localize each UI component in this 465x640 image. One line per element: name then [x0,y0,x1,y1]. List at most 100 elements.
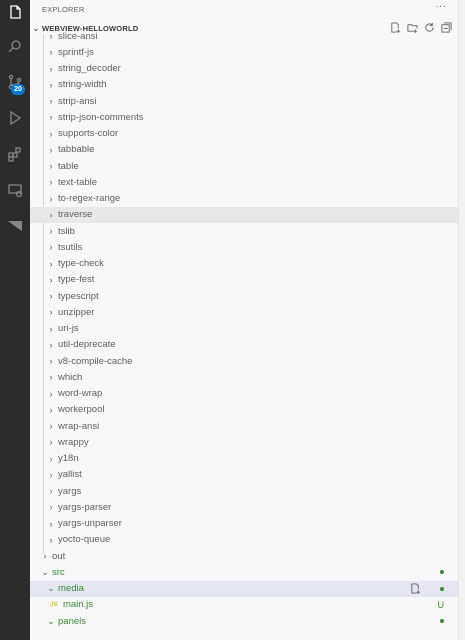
tree-folder-package[interactable]: › text-table [30,174,458,190]
tree-folder-media[interactable]: ⌄ media [30,580,458,597]
folder-label: string-width [58,79,107,91]
git-status-dot [440,619,444,623]
tree-folder-package[interactable]: › yargs-parser [30,499,458,515]
tree-folder-package[interactable]: › yocto-queue [30,532,458,548]
folder-label: traverse [58,209,93,221]
explorer-header: EXPLORER ··· [30,0,458,18]
tree-folder-package[interactable]: › wrappy [30,434,458,450]
tree-folder-package[interactable]: › uri-js [30,321,458,337]
folder-label: strip-ansi [58,95,97,107]
chevron-right-icon: › [49,356,53,367]
folder-label: type-fest [58,274,95,286]
chevron-right-icon: › [49,144,53,155]
tree-folder-src[interactable]: ⌄ src [30,564,458,580]
folder-label: workerpool [58,404,105,416]
git-status-dot [440,586,444,591]
tree-folder-package[interactable]: › table [30,158,458,174]
tree-file-main-js[interactable]: JS main.js U [30,597,458,613]
folder-label: yargs [58,485,82,497]
chevron-right-icon: › [49,209,53,220]
tree-folder-package[interactable]: › type-fest [30,272,458,288]
folder-label: tabbable [58,144,95,156]
folder-label: to-regex-range [58,193,121,205]
folder-label: wrap-ansi [58,420,100,432]
remote-tab-icon[interactable] [5,216,25,236]
folder-label: which [58,371,83,383]
chevron-right-icon: › [49,372,53,383]
tree-folder-package[interactable]: › string-width [30,77,458,93]
source-control-badge: 20 [11,84,25,95]
tree-folder-package[interactable]: › traverse [30,206,458,223]
chevron-right-icon: › [49,242,53,253]
file-tree: › slice-ansi › sprintf-js › string_decoder › st… [30,31,458,629]
folder-label: string_decoder [58,63,121,75]
tree-folder-package[interactable]: › util-deprecate [30,337,458,353]
folder-label: media [58,583,84,595]
chevron-right-icon: › [49,47,53,58]
extensions-icon[interactable] [5,144,25,164]
tree-folder-package[interactable]: › unzipper [30,304,458,320]
folder-label: yocto-queue [58,534,111,546]
chevron-right-icon: › [49,502,53,513]
remote-explorer-icon[interactable] [5,180,25,200]
tree-folder-package[interactable]: › to-regex-range [30,191,458,207]
chevron-right-icon: › [49,323,53,334]
tree-folder-package[interactable]: › wrap-ansi [30,418,458,434]
tree-folder-package[interactable]: › v8-compile-cache [30,353,458,369]
tree-folder-package[interactable]: › supports-color [30,126,458,142]
chevron-right-icon: › [49,31,53,42]
chevron-right-icon: › [49,291,53,302]
folder-label: src [52,566,65,578]
tree-folder-package[interactable]: › typescript [30,288,458,304]
chevron-right-icon: › [49,339,53,350]
chevron-right-icon: › [43,551,47,562]
folder-label: yargs-parser [58,501,112,513]
chevron-right-icon: › [49,404,53,415]
git-status-untracked: U [437,599,445,610]
search-icon[interactable] [5,36,25,56]
tree-folder-out[interactable]: › out [30,548,458,564]
chevron-right-icon: › [49,421,53,432]
folder-label: yallist [58,469,82,481]
folder-label: typescript [58,290,99,302]
chevron-right-icon: › [49,63,53,74]
tree-folder-package[interactable]: › workerpool [30,402,458,418]
tree-folder-package[interactable]: › sprintf-js [30,44,458,60]
tree-folder-package[interactable]: › slice-ansi [30,28,458,44]
chevron-right-icon: › [49,534,53,545]
tree-folder-package[interactable]: › tabbable [30,142,458,158]
run-debug-icon[interactable] [5,108,25,128]
folder-label: strip-json-comments [58,111,144,123]
more-actions-icon[interactable]: ··· [435,1,446,12]
chevron-right-icon: › [49,258,53,269]
tree-folder-package[interactable]: › type-check [30,256,458,272]
tree-folder-package[interactable]: › yallist [30,467,458,483]
tree-folder-package[interactable]: › which [30,369,458,385]
tree-folder-package[interactable]: › strip-ansi [30,93,458,109]
new-file-icon[interactable] [410,582,422,595]
tree-folder-package[interactable]: › tsutils [30,239,458,255]
tree-folder-package[interactable]: › tslib [30,223,458,239]
tree-folder-package[interactable]: › strip-json-comments [30,109,458,125]
files-icon[interactable] [5,2,25,22]
tree-folder-package[interactable]: › string_decoder [30,61,458,77]
javascript-file-icon: JS [50,601,58,609]
chevron-right-icon: › [49,469,53,480]
folder-label: v8-compile-cache [58,355,133,367]
chevron-right-icon: › [49,486,53,497]
chevron-right-icon: › [49,453,53,464]
chevron-right-icon: › [49,177,53,188]
chevron-right-icon: › [49,112,53,123]
editor-area [459,0,465,640]
tree-folder-package[interactable]: › yargs [30,483,458,499]
chevron-right-icon: › [49,274,53,285]
tree-folder-package[interactable]: › y18n [30,451,458,467]
chevron-down-icon: ⌄ [41,566,49,577]
tree-folder-panels[interactable]: ⌄ panels [30,613,458,629]
chevron-right-icon: › [49,307,53,318]
explorer-title: EXPLORER [42,4,85,14]
folder-label: table [58,160,79,172]
chevron-right-icon: › [49,128,53,139]
tree-folder-package[interactable]: › word-wrap [30,386,458,402]
tree-folder-package[interactable]: › yargs-unparser [30,516,458,532]
